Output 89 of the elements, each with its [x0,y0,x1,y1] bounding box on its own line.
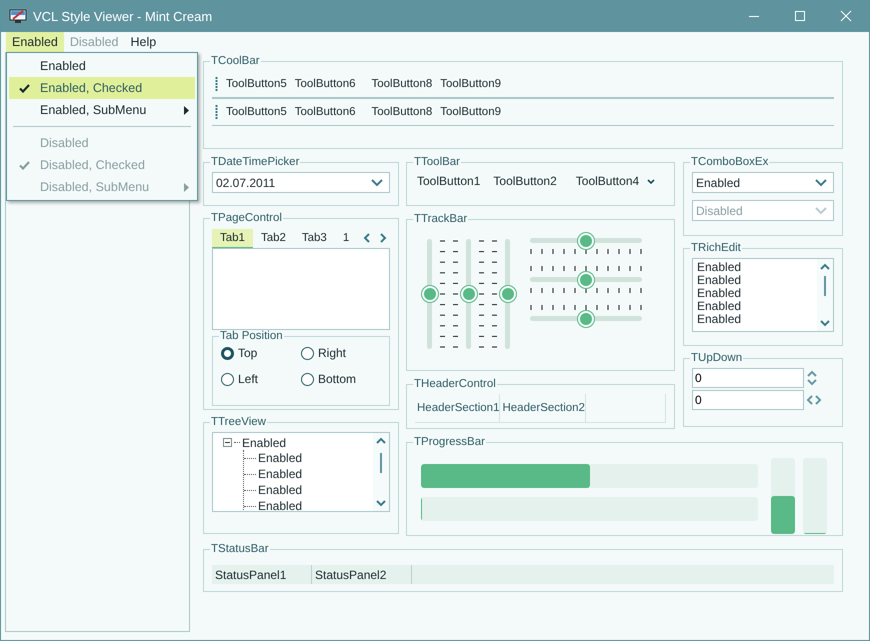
tree-item[interactable]: Enabled [258,451,302,465]
chevron-right-icon[interactable] [378,233,388,243]
tool-button[interactable]: ToolButton6 [294,106,356,118]
tool-button[interactable]: ToolButton1 [417,174,480,188]
text-line: Enabled [697,261,742,274]
tree-item[interactable]: Enabled [258,483,302,497]
group-title: Tab Position [219,330,284,342]
tool-button[interactable]: ToolButton5 [226,106,287,118]
scrollbar-thumb[interactable] [380,453,382,473]
tab[interactable]: 1 [334,229,358,247]
grip-icon[interactable] [215,105,218,119]
tool-button[interactable]: ToolButton9 [440,106,501,118]
group-title: TTreeView [210,416,267,428]
menu-item[interactable]: Enabled, Checked [9,77,195,99]
radio-label: Top [238,346,258,360]
radio-button[interactable] [301,372,314,386]
up-down-arrows-icon[interactable] [806,369,818,387]
slider-thumb[interactable] [500,286,516,302]
combo-box[interactable]: Enabled [692,172,834,193]
menu-item[interactable]: Enabled, SubMenu [9,99,195,121]
tab[interactable]: Tab2 [252,229,294,247]
scrollbar[interactable] [817,259,833,331]
close-icon[interactable] [840,10,852,22]
group-title: TDateTimePicker [210,156,300,168]
tool-button[interactable]: ToolButton2 [493,174,557,188]
chevron-down-icon [815,178,827,186]
grip-icon[interactable] [215,77,218,91]
group-title: TStatusBar [210,543,270,555]
header-section[interactable]: HeaderSection1 [415,394,500,422]
tree-item[interactable]: Enabled [258,467,302,481]
radio-label: Bottom [318,372,356,386]
tree-item[interactable]: Enabled [242,436,286,450]
dropdown-tool-button[interactable]: ToolButton4 [576,174,656,188]
group-title: TPageControl [210,212,283,224]
tab[interactable]: Tab1 [212,228,253,248]
slider-thumb[interactable] [578,232,594,248]
slider-thumb[interactable] [578,272,594,288]
date-picker[interactable]: 02.07.2011 [212,172,390,193]
status-panel: StatusPanel2 [312,565,412,584]
chevron-down-icon [815,206,827,214]
scrollbar[interactable] [373,433,389,511]
radio-button[interactable] [221,372,234,386]
scrollbar-thumb[interactable] [824,276,826,296]
tool-button[interactable]: ToolButton9 [440,78,501,90]
menu-item[interactable]: Enabled [9,55,195,77]
chevron-left-icon[interactable] [363,233,372,243]
slider-thumb[interactable] [460,286,476,302]
tool-button[interactable]: ToolButton8 [372,106,432,118]
tool-button[interactable]: ToolButton5 [226,78,287,90]
left-right-arrows-icon[interactable] [806,394,822,406]
group-title: TUpDown [690,352,744,364]
text-line: Enabled [697,313,742,326]
radio-button[interactable] [301,346,314,360]
text-line: Enabled [697,274,742,287]
chevron-down-icon[interactable] [376,500,386,507]
chevron-down-icon [646,178,656,184]
rich-edit[interactable]: Enabled Enabled Enabled Enabled Enabled [692,258,834,332]
group-title: TRichEdit [690,242,742,254]
group-title: TComboBoxEx [690,156,770,168]
radio-label: Left [238,372,258,386]
status-panel: StatusPanel1 [212,565,312,584]
group-title: TTrackBar [413,213,468,225]
slider-thumb[interactable] [422,286,438,302]
tool-button[interactable]: ToolButton6 [294,78,356,90]
tab[interactable]: Tab3 [294,229,335,247]
text-line: Enabled [697,287,742,300]
group-title: TToolBar [413,156,462,168]
monitor-icon [9,8,27,24]
chevron-down-icon [371,178,383,186]
radio-label: Right [318,346,346,360]
chevron-up-icon[interactable] [820,263,830,270]
group-title: THeaderControl [413,378,497,390]
tool-button[interactable]: ToolButton8 [372,78,432,90]
text-line: Enabled [697,300,742,313]
radio-button[interactable] [221,346,234,360]
slider-thumb[interactable] [578,310,594,326]
chevron-up-icon[interactable] [376,437,386,444]
group-title: TCoolBar [210,55,261,67]
tree-item[interactable]: Enabled [258,499,302,511]
number-field[interactable]: 0 [692,368,804,388]
number-field[interactable]: 0 [692,390,804,410]
chevron-down-icon[interactable] [820,320,830,327]
menu-item[interactable]: Enabled [6,32,64,52]
menu-item[interactable]: Help [124,32,162,52]
group-title: TProgressBar [413,436,486,448]
maximize-icon[interactable] [794,10,806,22]
header-section[interactable]: HeaderSection2 [500,394,586,422]
collapse-icon[interactable] [223,438,232,447]
window-title: VCL Style Viewer - Mint Cream [33,8,212,24]
